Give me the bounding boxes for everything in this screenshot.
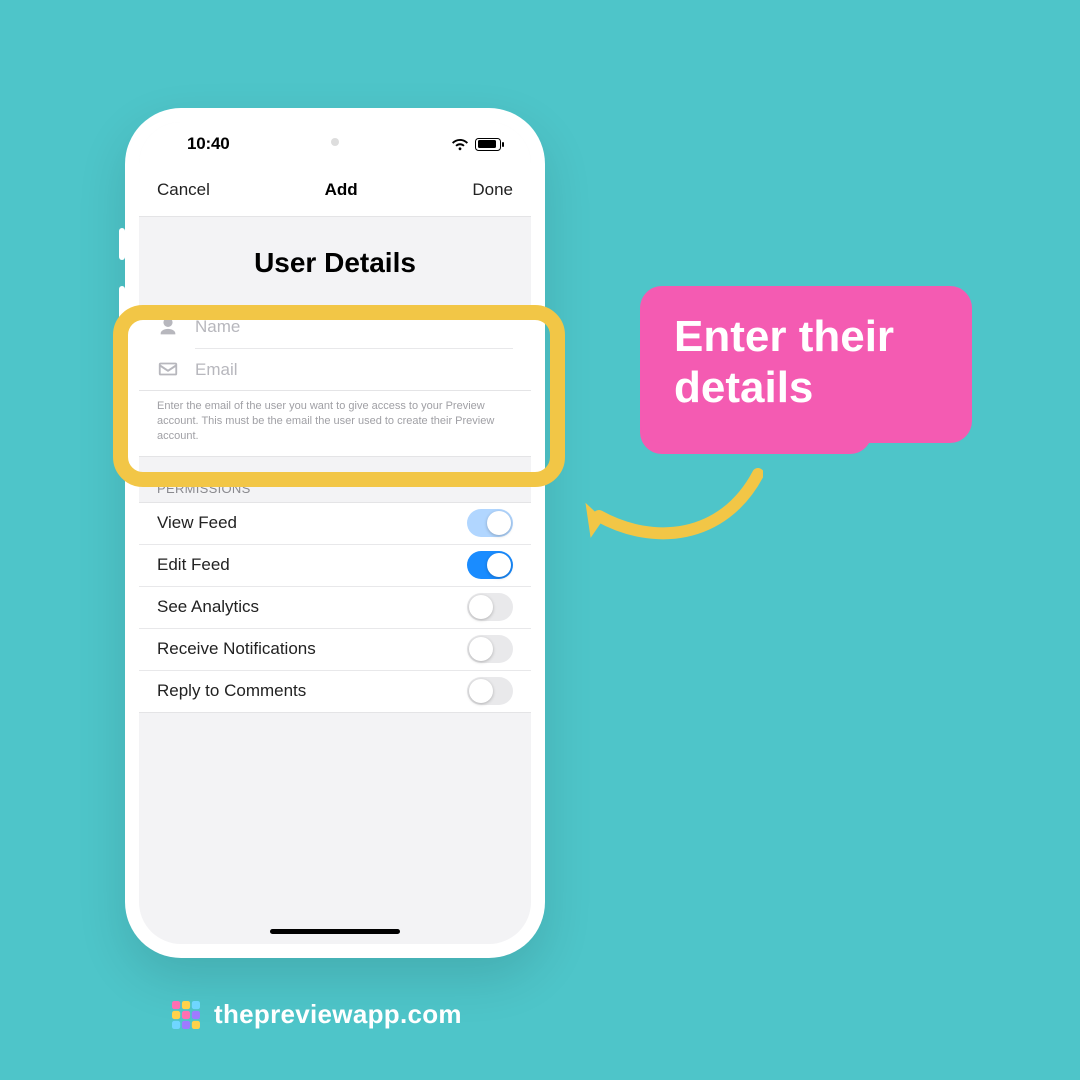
user-details-list [139, 305, 531, 391]
user-icon [157, 316, 179, 338]
permission-row: View Feed [139, 502, 531, 544]
callout-line2: details [674, 363, 813, 412]
battery-icon [475, 138, 501, 151]
status-time: 10:40 [187, 134, 229, 154]
cancel-button[interactable]: Cancel [157, 180, 210, 200]
permission-toggle[interactable] [467, 677, 513, 705]
permission-label: See Analytics [157, 597, 259, 617]
side-button [119, 228, 125, 260]
arrow-annotation [573, 468, 763, 558]
phone-mockup: 10:40 Cancel Add Done User Details [125, 108, 545, 958]
camera-dot [331, 138, 339, 146]
permission-toggle[interactable] [467, 509, 513, 537]
permission-row: Reply to Comments [139, 670, 531, 712]
logo-icon [172, 1001, 200, 1029]
done-button[interactable]: Done [472, 180, 513, 200]
phone-screen: 10:40 Cancel Add Done User Details [139, 122, 531, 944]
permission-row: Edit Feed [139, 544, 531, 586]
status-bar: 10:40 [139, 122, 531, 166]
nav-bar: Cancel Add Done [139, 166, 531, 217]
site-url: thepreviewapp.com [214, 999, 462, 1030]
nav-title: Add [325, 180, 358, 200]
wifi-icon [451, 138, 469, 151]
permission-toggle[interactable] [467, 635, 513, 663]
permission-label: View Feed [157, 513, 237, 533]
page-title: User Details [139, 247, 531, 279]
name-input[interactable] [195, 317, 513, 337]
helper-text: Enter the email of the user you want to … [139, 391, 531, 457]
permission-toggle[interactable] [467, 593, 513, 621]
email-icon [157, 358, 179, 380]
side-button [119, 354, 125, 410]
status-icons [451, 138, 501, 151]
permission-label: Reply to Comments [157, 681, 306, 701]
email-input[interactable] [195, 360, 513, 380]
permission-toggle[interactable] [467, 551, 513, 579]
content: User Details [139, 217, 531, 944]
permission-row: Receive Notifications [139, 628, 531, 670]
permissions-list: View Feed Edit Feed See Analytics Receive N… [139, 502, 531, 713]
permission-label: Edit Feed [157, 555, 230, 575]
email-row[interactable] [139, 348, 531, 390]
callout-line1: Enter their [674, 312, 894, 361]
name-row[interactable] [139, 306, 531, 348]
home-indicator [270, 929, 400, 934]
permission-row: See Analytics [139, 586, 531, 628]
callout: Enter their details [640, 286, 972, 443]
permissions-header: PERMISSIONS [139, 457, 531, 502]
footer: thepreviewapp.com [172, 999, 462, 1030]
permission-label: Receive Notifications [157, 639, 316, 659]
side-button [119, 286, 125, 342]
